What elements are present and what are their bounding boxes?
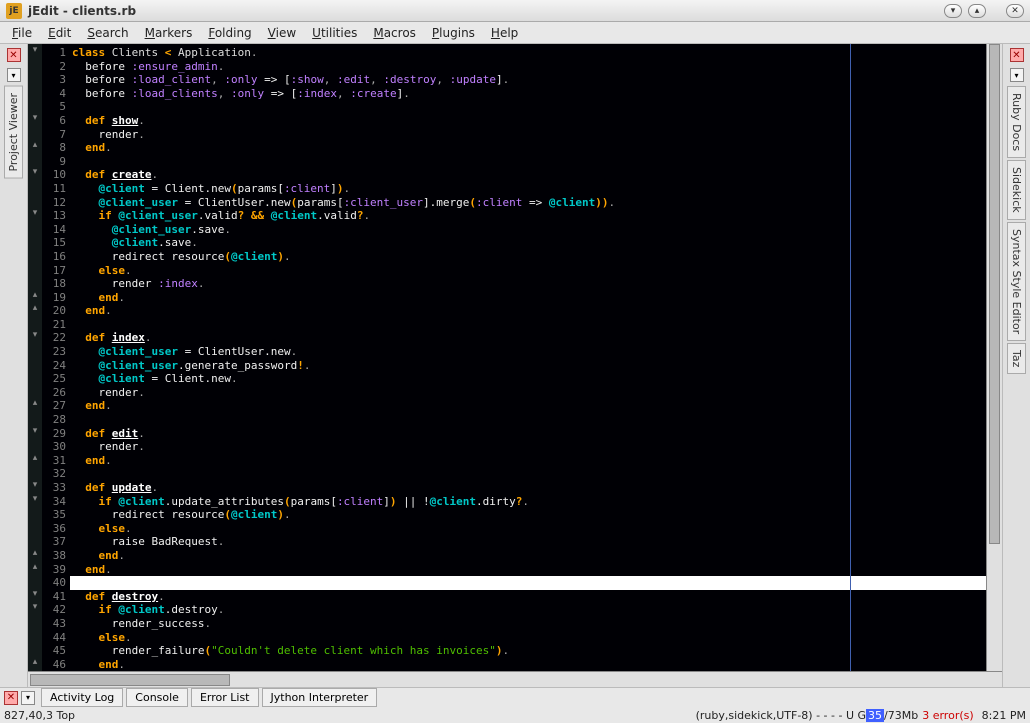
error-count[interactable]: 3 error(s) — [922, 709, 973, 722]
close-dock-icon[interactable]: ✕ — [7, 48, 21, 62]
menu-macros[interactable]: Macros — [365, 24, 424, 42]
caret-status: 827,40,3 Top — [4, 709, 75, 722]
scrollbar-thumb[interactable] — [989, 44, 1000, 544]
left-dock: ✕ ▾ Project Viewer — [0, 44, 28, 687]
panel-tab-sidekick[interactable]: Sidekick — [1007, 160, 1026, 220]
vertical-scrollbar[interactable] — [986, 44, 1002, 671]
dock-menu-icon[interactable]: ▾ — [7, 68, 21, 82]
statusbar: 827,40,3 Top (ruby,sidekick,UTF-8) - - -… — [0, 707, 1030, 723]
panel-tab-console[interactable]: Console — [126, 688, 188, 707]
menu-plugins[interactable]: Plugins — [424, 24, 483, 42]
menu-utilities[interactable]: Utilities — [304, 24, 365, 42]
horizontal-scrollbar[interactable] — [28, 671, 1002, 687]
bottom-dock: ✕ ▾ Activity LogConsoleError ListJython … — [0, 687, 1030, 707]
fold-gutter[interactable]: ▾▾▴▾▾▴▴▾▴▾▴▾▾▴▴▾▾▴ — [28, 44, 42, 671]
panel-tab-ruby-docs[interactable]: Ruby Docs — [1007, 86, 1026, 158]
menu-help[interactable]: Help — [483, 24, 526, 42]
memory-used[interactable]: 35 — [866, 709, 884, 722]
menu-view[interactable]: View — [260, 24, 304, 42]
close-button[interactable]: ✕ — [1006, 4, 1024, 18]
mode-status: (ruby,sidekick,UTF-8) - - - - U G — [696, 709, 866, 722]
panel-tab-error-list[interactable]: Error List — [191, 688, 259, 707]
scrollbar-thumb[interactable] — [30, 674, 230, 686]
clock: 8:21 PM — [982, 709, 1026, 722]
window-title: jEdit - clients.rb — [28, 4, 938, 18]
dock-menu-icon[interactable]: ▾ — [21, 691, 35, 705]
linenumber-gutter: 1234567891011121314151617181920212223242… — [42, 44, 70, 671]
menu-markers[interactable]: Markers — [137, 24, 201, 42]
titlebar: jE jEdit - clients.rb ▾ ▴ ✕ — [0, 0, 1030, 22]
menu-folding[interactable]: Folding — [200, 24, 259, 42]
menubar: FileEditSearchMarkersFoldingViewUtilitie… — [0, 22, 1030, 44]
right-dock: ✕ ▾ Ruby Docs Sidekick Syntax Style Editor… — [1002, 44, 1030, 687]
text-area[interactable]: class Clients < Application. before :ens… — [70, 44, 986, 671]
menu-edit[interactable]: Edit — [40, 24, 79, 42]
menu-search[interactable]: Search — [79, 24, 136, 42]
memory-cap: /73Mb — [884, 709, 918, 722]
panel-tab-project-viewer[interactable]: Project Viewer — [4, 86, 23, 179]
panel-tab-jython-interpreter[interactable]: Jython Interpreter — [262, 688, 378, 707]
close-dock-icon[interactable]: ✕ — [4, 691, 18, 705]
menu-file[interactable]: File — [4, 24, 40, 42]
maximize-button[interactable]: ▴ — [968, 4, 986, 18]
close-dock-icon[interactable]: ✕ — [1010, 48, 1024, 62]
app-icon: jE — [6, 3, 22, 19]
editor: ▾▾▴▾▾▴▴▾▴▾▴▾▾▴▴▾▾▴ 123456789101112131415… — [28, 44, 1002, 687]
panel-tab-taz[interactable]: Taz — [1007, 343, 1026, 374]
minimize-button[interactable]: ▾ — [944, 4, 962, 18]
panel-tab-syntax-style-editor[interactable]: Syntax Style Editor — [1007, 222, 1026, 341]
panel-tab-activity-log[interactable]: Activity Log — [41, 688, 123, 707]
dock-menu-icon[interactable]: ▾ — [1010, 68, 1024, 82]
